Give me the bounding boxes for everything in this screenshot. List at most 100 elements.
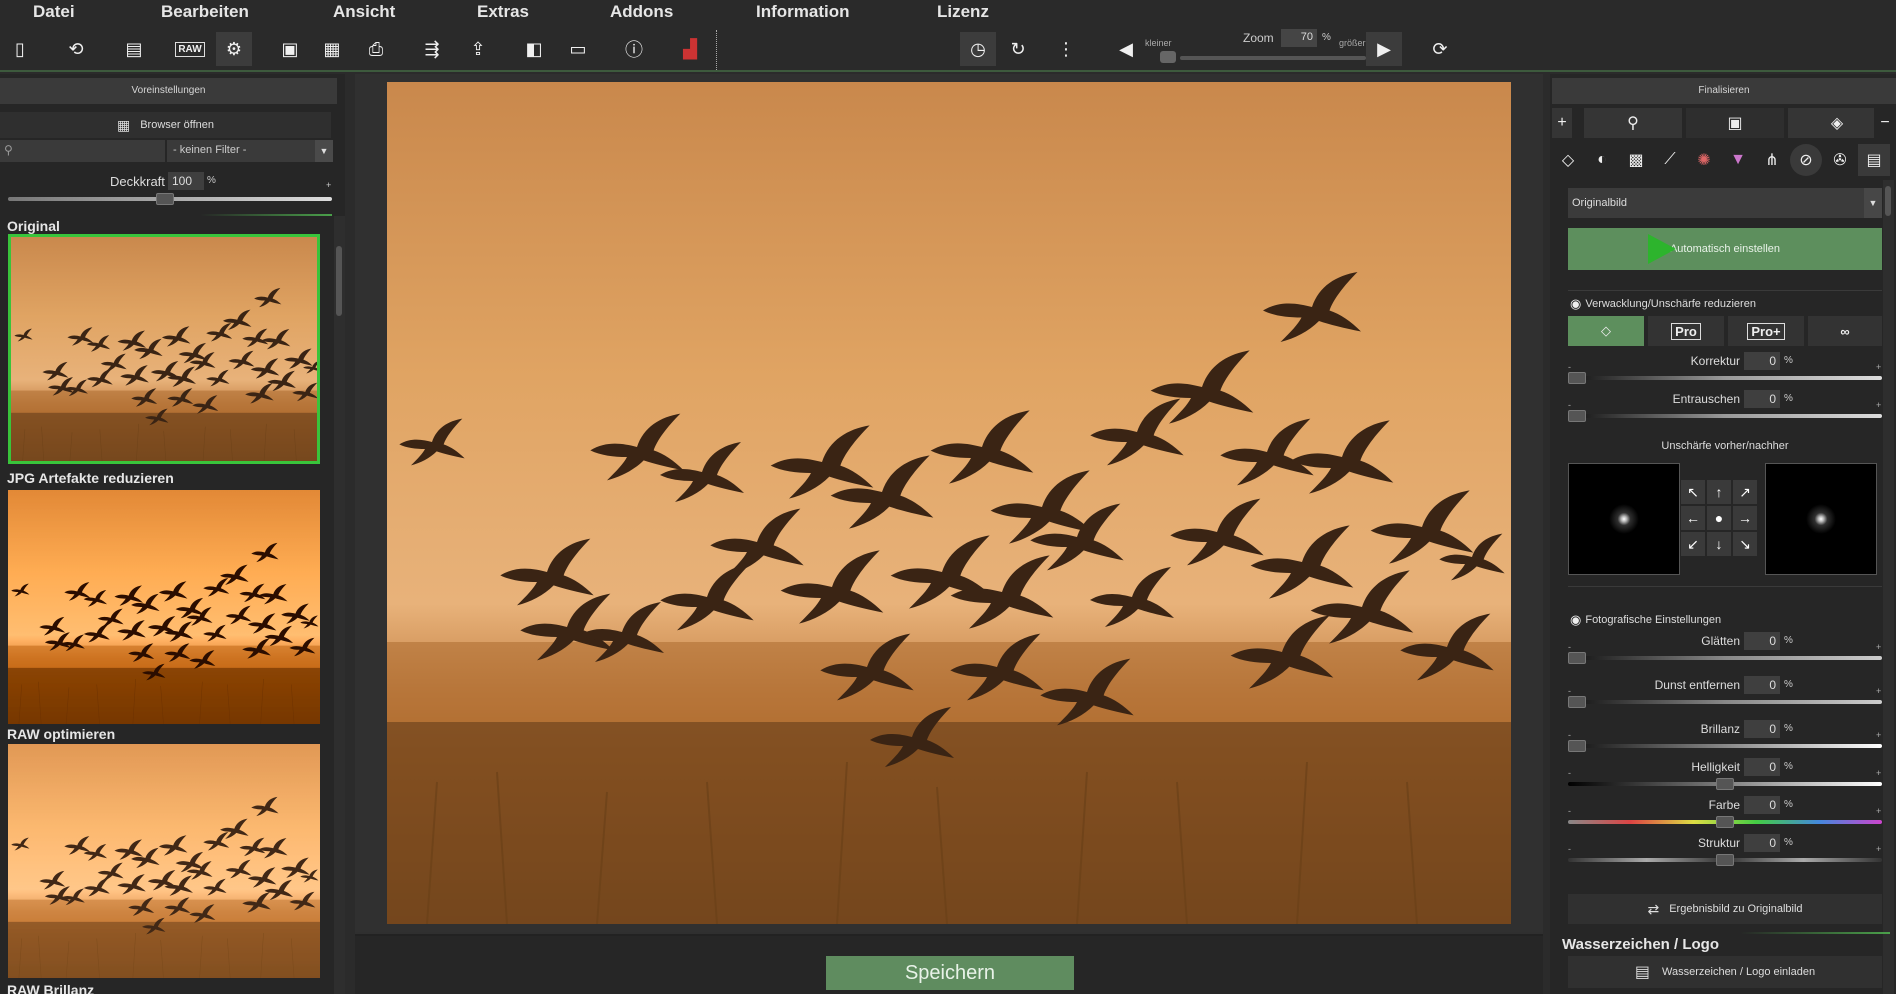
open-browser-button[interactable]: ▦ Browser öffnen: [0, 112, 331, 138]
brillanz-slider[interactable]: [1568, 744, 1882, 748]
entrauschen-slider[interactable]: [1568, 414, 1882, 418]
preset-thumbnail-original[interactable]: [8, 234, 320, 464]
struktur-slider-thumb[interactable]: [1716, 854, 1734, 866]
tab-frame[interactable]: ▣: [1686, 108, 1784, 138]
helligkeit-value[interactable]: 0: [1744, 758, 1780, 776]
arrow-up-left-button[interactable]: ↖: [1681, 480, 1705, 504]
fullscreen-button[interactable]: ▭: [560, 32, 596, 66]
tab-diamond[interactable]: ◈: [1788, 108, 1886, 138]
source-select[interactable]: Originalbild ▼: [1568, 188, 1882, 218]
compare-button[interactable]: ◧: [516, 32, 552, 66]
mode-infinity-button[interactable]: ∞: [1808, 316, 1882, 346]
colorwheel-filter-button[interactable]: ✺: [1688, 144, 1720, 176]
brillanz-slider-thumb[interactable]: [1568, 740, 1586, 752]
menu-ansicht[interactable]: Ansicht: [333, 2, 395, 22]
opacity-value[interactable]: 100: [168, 172, 204, 190]
arrow-down-right-button[interactable]: ↘: [1733, 532, 1757, 556]
menu-bearbeiten[interactable]: Bearbeiten: [161, 2, 249, 22]
raw-button[interactable]: RAW: [172, 32, 208, 66]
mode-pro-plus-button[interactable]: Pro+: [1728, 316, 1804, 346]
menu-addons[interactable]: Addons: [610, 2, 673, 22]
tab-zoom[interactable]: ⚲: [1584, 108, 1682, 138]
preset-title: RAW Brillanz: [7, 982, 95, 994]
share-button[interactable]: ⇪: [460, 32, 496, 66]
arrow-down-left-button[interactable]: ↙: [1681, 532, 1705, 556]
image-viewer[interactable]: [355, 74, 1543, 932]
new-file-button[interactable]: ▯: [2, 32, 38, 66]
center-button[interactable]: ●: [1707, 506, 1731, 530]
crop-button[interactable]: ⟳: [1422, 32, 1458, 66]
dunst-entfernen-slider[interactable]: [1568, 700, 1882, 704]
save-button[interactable]: Speichern: [826, 956, 1074, 990]
arrow-up-right-button[interactable]: ↗: [1733, 480, 1757, 504]
auto-adjust-button[interactable]: Automatisch einstellen: [1568, 228, 1882, 270]
korrektur-slider-thumb[interactable]: [1568, 372, 1586, 384]
aperture-filter-button[interactable]: ✇: [1824, 144, 1856, 176]
histogram-button[interactable]: ▟: [672, 32, 708, 66]
menu-extras[interactable]: Extras: [477, 2, 529, 22]
mode-standard-button[interactable]: ◇: [1568, 316, 1644, 346]
wand-filter-button[interactable]: ⟋: [1654, 144, 1686, 176]
tab-remove-button[interactable]: −: [1874, 108, 1896, 138]
undo-button[interactable]: ◷: [960, 32, 996, 66]
scrollbar-thumb[interactable]: [1885, 186, 1891, 216]
noise-filter-button[interactable]: ▩: [1620, 144, 1652, 176]
presets-scrollbar[interactable]: [334, 216, 345, 994]
history-button[interactable]: ⟲: [58, 32, 94, 66]
dunst-entfernen-value[interactable]: 0: [1744, 676, 1780, 694]
zoom-in-button[interactable]: ▶: [1366, 32, 1402, 66]
entrauschen-slider-thumb[interactable]: [1568, 410, 1586, 422]
farbe-value[interactable]: 0: [1744, 796, 1780, 814]
preset-filter-select[interactable]: - keinen Filter - ▼: [167, 140, 333, 162]
split-view-button[interactable]: ⋮: [1048, 32, 1084, 66]
batch-button[interactable]: ▤: [116, 32, 152, 66]
export-menu-button[interactable]: ⇶: [414, 32, 450, 66]
finalize-scrollbar[interactable]: [1883, 180, 1894, 994]
zoom-slider-thumb[interactable]: [1160, 51, 1176, 63]
brillanz-value[interactable]: 0: [1744, 720, 1780, 738]
preset-thumbnail-jpg-artefakte[interactable]: [8, 490, 320, 724]
korrektur-value[interactable]: 0: [1744, 352, 1780, 370]
menu-information[interactable]: Information: [756, 2, 850, 22]
gem-filter-button[interactable]: ◇: [1552, 144, 1584, 176]
menu-datei[interactable]: Datei: [33, 2, 75, 22]
prism-filter-button[interactable]: ▼: [1722, 144, 1754, 176]
info-button[interactable]: ⓘ: [616, 32, 652, 66]
contrast-filter-button[interactable]: ◐: [1586, 144, 1618, 176]
preset-search-input[interactable]: ⚲: [0, 140, 165, 162]
mode-pro-button[interactable]: Pro: [1648, 316, 1724, 346]
farbe-slider-thumb[interactable]: [1716, 816, 1734, 828]
glätten-slider[interactable]: [1568, 656, 1882, 660]
result-to-original-button[interactable]: ⇄ Ergebnisbild zu Originalbild: [1568, 894, 1882, 924]
zoom-value[interactable]: 70: [1281, 29, 1317, 47]
zoom-slider[interactable]: [1180, 56, 1366, 60]
preset-thumbnail-raw-optimieren[interactable]: [8, 744, 320, 978]
arrow-left-button[interactable]: ←: [1681, 506, 1705, 530]
tab-add-button[interactable]: +: [1552, 108, 1572, 138]
opacity-slider-thumb[interactable]: [156, 193, 174, 205]
glätten-slider-thumb[interactable]: [1568, 652, 1586, 664]
menu-lizenz[interactable]: Lizenz: [937, 2, 989, 22]
play-icon: [1648, 234, 1676, 264]
document-icon: ▤: [1634, 964, 1651, 981]
save-toolbar-button[interactable]: ▣: [272, 32, 308, 66]
lens-filter-button[interactable]: ⊘: [1790, 144, 1822, 176]
print-button[interactable]: ⎙: [358, 32, 394, 66]
entrauschen-value[interactable]: 0: [1744, 390, 1780, 408]
scrollbar-thumb[interactable]: [336, 246, 342, 316]
document-filter-button[interactable]: ▤: [1858, 144, 1890, 176]
curves-filter-button[interactable]: ⋔: [1756, 144, 1788, 176]
struktur-value[interactable]: 0: [1744, 834, 1780, 852]
arrow-right-button[interactable]: →: [1733, 506, 1757, 530]
zoom-out-button[interactable]: ◀: [1108, 32, 1144, 66]
redo-button[interactable]: ↻: [1000, 32, 1036, 66]
settings-button[interactable]: ⚙: [216, 32, 252, 66]
load-watermark-button[interactable]: ▤ Wasserzeichen / Logo einladen: [1568, 956, 1882, 988]
save-as-button[interactable]: ▦: [314, 32, 350, 66]
arrow-down-button[interactable]: ↓: [1707, 532, 1731, 556]
dunst-entfernen-slider-thumb[interactable]: [1568, 696, 1586, 708]
arrow-up-button[interactable]: ↑: [1707, 480, 1731, 504]
helligkeit-slider-thumb[interactable]: [1716, 778, 1734, 790]
korrektur-slider[interactable]: [1568, 376, 1882, 380]
glätten-value[interactable]: 0: [1744, 632, 1780, 650]
